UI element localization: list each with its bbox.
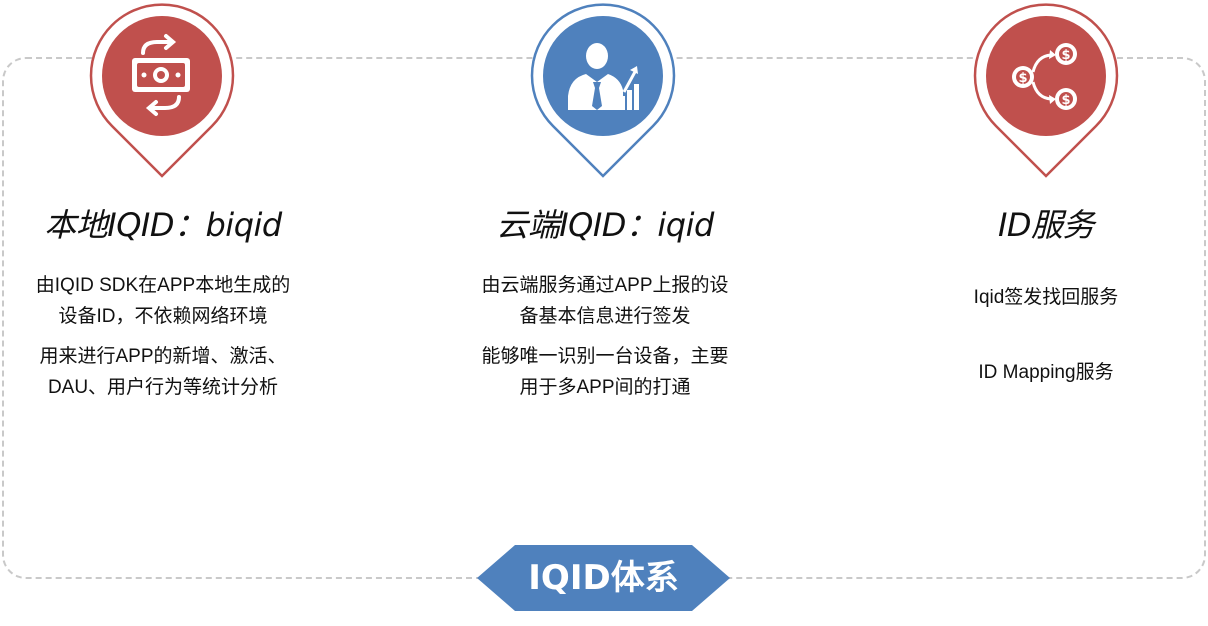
column-description: 由云端服务通过APP上报的设 备基本信息进行签发 (481, 275, 729, 327)
pin-marker-id-service: $ $ $ (971, 0, 1121, 180)
pin-marker-cloud (528, 0, 678, 180)
service-item: Iqid签发找回服务 (973, 287, 1119, 308)
system-banner: IQID体系 (477, 545, 730, 611)
column-title: 本地IQID：biqid (44, 206, 282, 244)
svg-text:$: $ (1018, 71, 1027, 86)
service-item: ID Mapping服务 (978, 362, 1114, 383)
column-title: ID服务 (997, 206, 1095, 244)
column-local-iqid: 本地IQID：biqid 由IQID SDK在APP本地生成的 设备ID，不依赖… (0, 200, 333, 412)
column-description: 能够唯一识别一台设备，主要 用于多APP间的打通 (481, 346, 729, 398)
column-cloud-iqid: 云端IQID：iqid 由云端服务通过APP上报的设 备基本信息进行签发 能够唯… (435, 200, 775, 412)
banner-label: IQID体系 (528, 558, 679, 598)
svg-text:$: $ (1061, 93, 1070, 108)
column-description: 由IQID SDK在APP本地生成的 设备ID，不依赖网络环境 (35, 275, 291, 327)
pin-marker-local (87, 0, 237, 180)
column-title: 云端IQID：iqid (496, 206, 714, 244)
column-id-service: ID服务 Iqid签发找回服务 ID Mapping服务 (876, 200, 1208, 432)
column-description: 用来进行APP的新增、激活、 DAU、用户行为等统计分析 (39, 346, 287, 398)
svg-text:$: $ (1061, 48, 1070, 63)
